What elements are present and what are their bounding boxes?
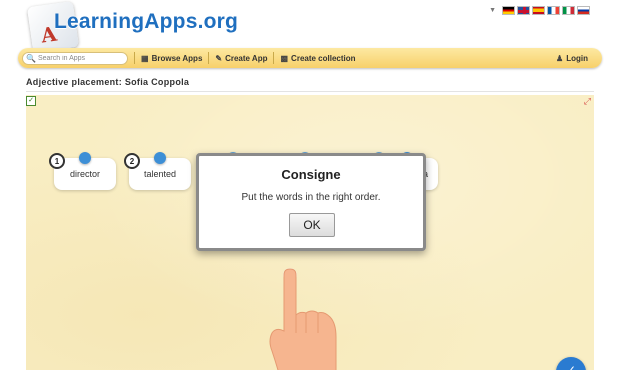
language-selector[interactable]: ▼ (489, 6, 590, 15)
instruction-dialog: Consigne Put the words in the right orde… (196, 153, 426, 251)
create-collection-link[interactable]: ▩ Create collection (280, 54, 355, 63)
card-number: 2 (124, 153, 140, 169)
card-number: 1 (49, 153, 65, 169)
french-flag-icon[interactable] (547, 6, 560, 15)
nav-divider (208, 52, 210, 64)
nav-divider (134, 52, 135, 64)
user-icon: ♟ (556, 53, 564, 63)
page-title: Adjective placement: Sofia Coppola (26, 77, 190, 87)
card-text: director (69, 169, 100, 179)
fullscreen-icon[interactable]: ⤢ (584, 96, 591, 107)
drag-handle-dot[interactable] (79, 152, 91, 164)
pencil-icon: ✎ (215, 53, 223, 63)
create-app-link[interactable]: ✎ Create App (215, 54, 267, 63)
edit-app-icon[interactable]: ✓ (26, 96, 36, 106)
collection-icon: ▩ (280, 53, 289, 63)
british-flag-icon[interactable] (517, 6, 530, 15)
italian-flag-icon[interactable] (562, 6, 575, 15)
title-divider (26, 91, 594, 92)
browse-apps-label: Browse Apps (151, 53, 203, 63)
check-button[interactable]: ✓ (556, 357, 586, 370)
card-text: talented (143, 169, 177, 179)
main-navbar: 🔍 ▦ Browse Apps ✎ Create App ▩ Create co… (18, 48, 602, 68)
dialog-title: Consigne (281, 167, 341, 182)
dialog-message: Put the words in the right order. (241, 192, 381, 203)
login-label: Login (566, 53, 588, 63)
browse-apps-link[interactable]: ▦ Browse Apps (141, 54, 202, 63)
create-app-label: Create App (225, 53, 268, 63)
search-box[interactable]: 🔍 (22, 51, 128, 65)
word-card[interactable]: 1 director (49, 152, 116, 190)
pointing-hand-icon (269, 268, 337, 370)
page-root: A LearningApps.org ▼ 🔍 ▦ Browse Apps ✎ C… (0, 0, 620, 370)
russian-flag-icon[interactable] (577, 6, 590, 15)
search-input[interactable] (37, 54, 128, 62)
word-card[interactable]: 2 talented (124, 152, 191, 190)
search-icon: 🔍 (26, 53, 36, 63)
app-canvas: ✓ ⤢ 1 director 2 talented a (26, 95, 594, 370)
ok-button[interactable]: OK (289, 213, 335, 237)
create-collection-label: Create collection (291, 53, 356, 63)
dropdown-arrow-icon[interactable]: ▼ (489, 7, 496, 14)
logo-text: LearningApps.org (54, 10, 239, 33)
spanish-flag-icon[interactable] (532, 6, 545, 15)
login-link[interactable]: ♟ Login (556, 54, 588, 63)
nav-divider (273, 52, 275, 64)
german-flag-icon[interactable] (502, 6, 515, 15)
grid-icon: ▦ (141, 53, 149, 63)
drag-handle-dot[interactable] (154, 152, 166, 164)
